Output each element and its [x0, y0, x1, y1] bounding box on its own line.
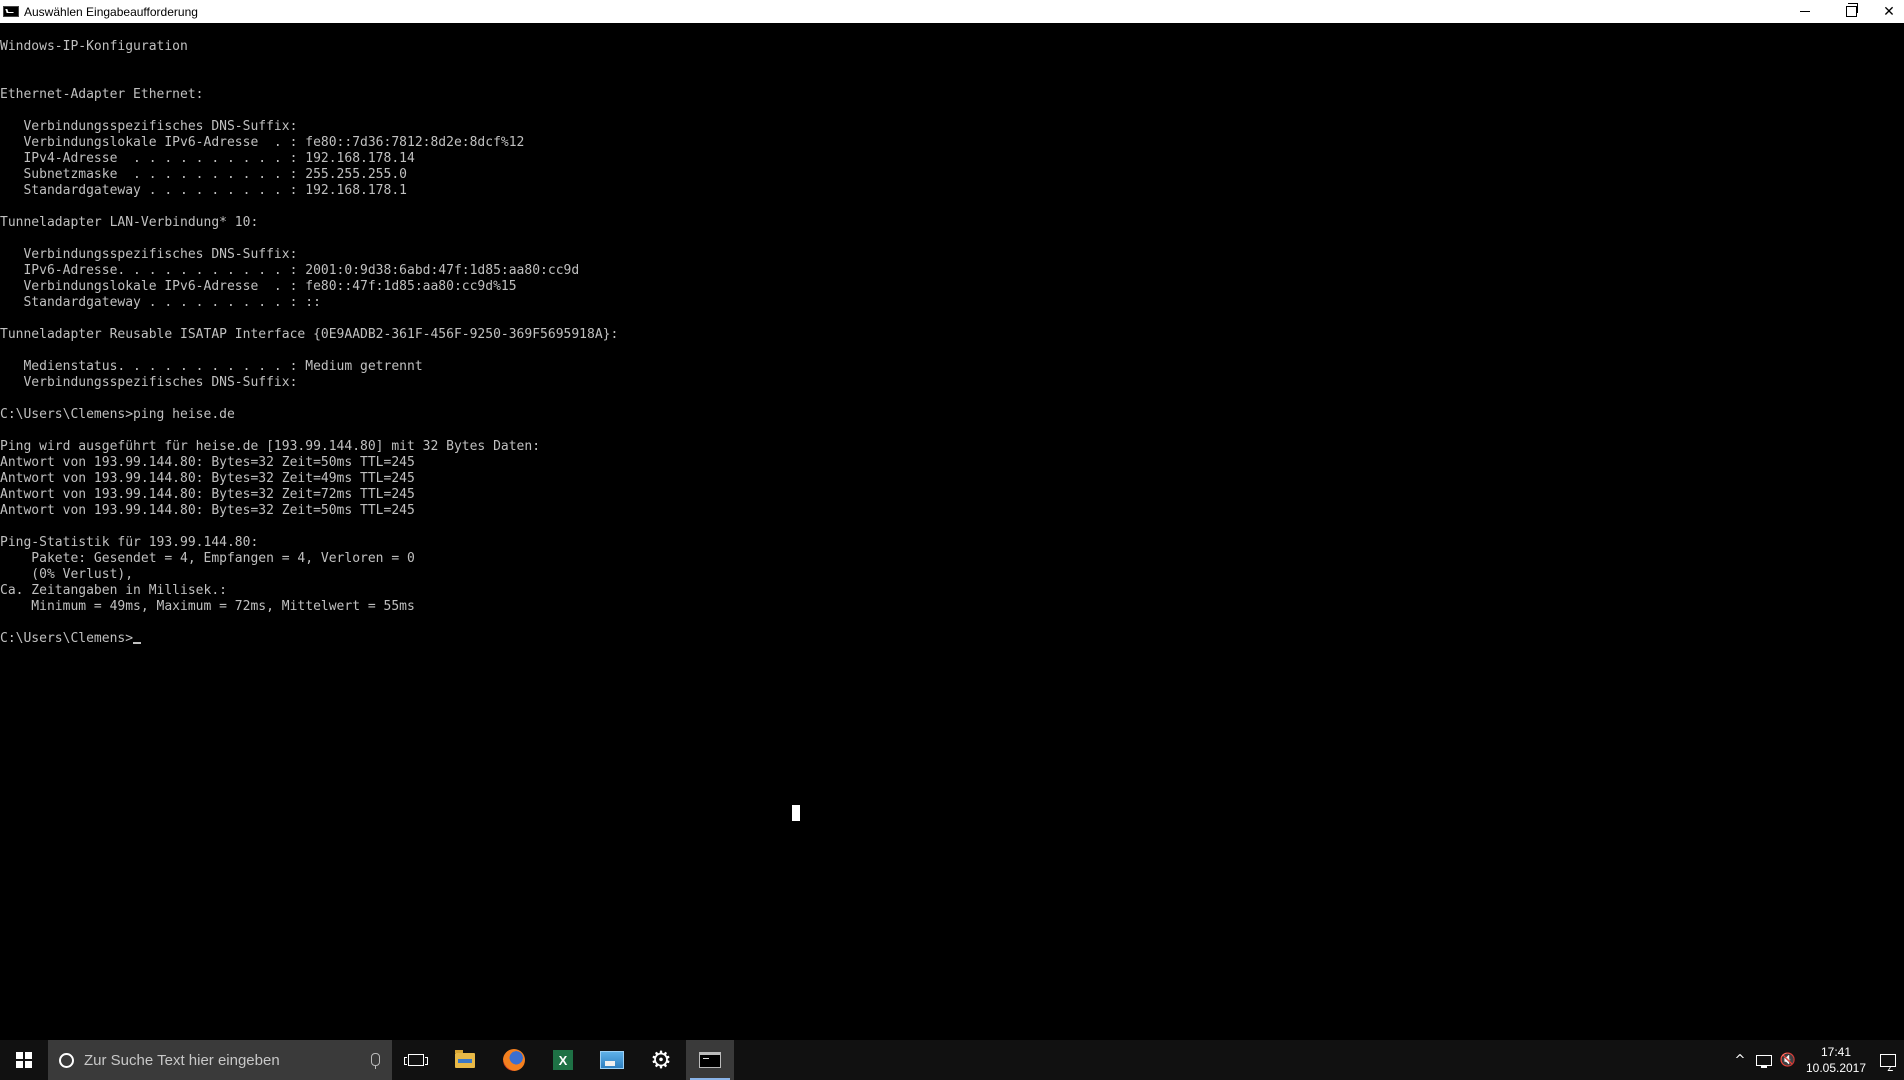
network-icon: [1756, 1054, 1772, 1068]
console-line: Verbindungsspezifisches DNS-Suffix:: [0, 119, 298, 134]
task-view-icon: [404, 1054, 428, 1066]
console-line: Pakete: Gesendet = 4, Empfangen = 4, Ver…: [0, 551, 415, 566]
mouse-cursor-icon: [792, 805, 800, 821]
firefox-button[interactable]: [490, 1040, 538, 1080]
console-line: Minimum = 49ms, Maximum = 72ms, Mittelwe…: [0, 599, 415, 614]
file-explorer-button[interactable]: [441, 1040, 489, 1080]
cmd-icon: [3, 6, 19, 17]
text-cursor: [133, 642, 142, 644]
console-lines: Windows-IP-Konfiguration Ethernet-Adapter…: [0, 39, 1904, 631]
console-line: Tunneladapter LAN-Verbindung* 10:: [0, 215, 259, 230]
excel-icon: X: [553, 1050, 573, 1070]
notifications-icon: [1880, 1053, 1896, 1067]
console-line: Antwort von 193.99.144.80: Bytes=32 Zeit…: [0, 455, 415, 470]
clock-time: 17:41: [1820, 1045, 1852, 1059]
photos-button[interactable]: [588, 1040, 636, 1080]
console-line: Verbindungslokale IPv6-Adresse . : fe80:…: [0, 279, 517, 294]
close-button[interactable]: ✕: [1874, 0, 1904, 23]
console-line: Antwort von 193.99.144.80: Bytes=32 Zeit…: [0, 487, 415, 502]
minimize-button[interactable]: [1782, 0, 1828, 23]
folder-icon: [455, 1049, 475, 1068]
show-hidden-icons-button[interactable]: ^: [1728, 1040, 1752, 1080]
cmd-icon: [699, 1052, 721, 1068]
search-box[interactable]: Zur Suche Text hier eingeben: [48, 1040, 392, 1080]
network-button[interactable]: [1752, 1040, 1776, 1080]
console-line: Verbindungsspezifisches DNS-Suffix:: [0, 375, 298, 390]
console-line: IPv6-Adresse. . . . . . . . . . . : 2001…: [0, 263, 580, 278]
console-output[interactable]: Windows-IP-Konfiguration Ethernet-Adapter…: [0, 39, 1904, 1034]
prompt-text: C:\Users\Clemens>: [0, 631, 134, 646]
console-line: Medienstatus. . . . . . . . . . . : Medi…: [0, 359, 423, 374]
console-line: Verbindungsspezifisches DNS-Suffix:: [0, 247, 298, 262]
title-bar[interactable]: Auswählen Eingabeaufforderung ✕: [0, 0, 1904, 23]
task-view-button[interactable]: [392, 1040, 440, 1080]
console-line: Windows-IP-Konfiguration: [0, 39, 188, 54]
clock-date: 10.05.2017: [1805, 1061, 1867, 1075]
console-line: Antwort von 193.99.144.80: Bytes=32 Zeit…: [0, 471, 415, 486]
search-icon: [59, 1052, 74, 1068]
console-line: Standardgateway . . . . . . . . . : ::: [0, 295, 321, 310]
windows-logo-icon: [16, 1052, 32, 1068]
console-line: Ping-Statistik für 193.99.144.80:: [0, 535, 259, 550]
microphone-icon[interactable]: [371, 1053, 380, 1069]
firefox-icon: [503, 1049, 525, 1071]
chevron-up-icon: ^: [1734, 1052, 1746, 1068]
console-line: C:\Users\Clemens>ping heise.de: [0, 407, 235, 422]
taskbar: Zur Suche Text hier eingeben X ⚙ ^ 🔇 17:…: [0, 1040, 1904, 1080]
restore-button[interactable]: [1828, 0, 1874, 23]
volume-button[interactable]: 🔇: [1776, 1040, 1800, 1080]
console-line: Subnetzmaske . . . . . . . . . . : 255.2…: [0, 167, 407, 182]
console-line: Standardgateway . . . . . . . . . : 192.…: [0, 183, 407, 198]
excel-button[interactable]: X: [539, 1040, 587, 1080]
search-input[interactable]: Zur Suche Text hier eingeben: [84, 1052, 280, 1069]
close-icon: ✕: [1883, 3, 1895, 20]
console-line: Antwort von 193.99.144.80: Bytes=32 Zeit…: [0, 503, 415, 518]
window-title: Auswählen Eingabeaufforderung: [24, 4, 198, 19]
console-line: (0% Verlust),: [0, 567, 134, 582]
start-button[interactable]: [0, 1040, 48, 1080]
action-center-button[interactable]: [1872, 1040, 1904, 1080]
console-line: Verbindungslokale IPv6-Adresse . : fe80:…: [0, 135, 525, 150]
console-line: Ping wird ausgeführt für heise.de [193.9…: [0, 439, 541, 454]
volume-muted-icon: 🔇: [1779, 1052, 1797, 1068]
photos-icon: [600, 1051, 624, 1069]
prompt-line[interactable]: C:\Users\Clemens>: [0, 631, 1904, 647]
gear-icon: ⚙: [650, 1046, 672, 1074]
console-line: Ca. Zeitangaben in Millisek.:: [0, 583, 227, 598]
console-line: Tunneladapter Reusable ISATAP Interface …: [0, 327, 619, 342]
settings-button[interactable]: ⚙: [637, 1040, 685, 1080]
command-prompt-button[interactable]: [686, 1040, 734, 1080]
console-line: IPv4-Adresse . . . . . . . . . . : 192.1…: [0, 151, 415, 166]
minimize-icon: [1800, 11, 1810, 12]
clock[interactable]: 17:41 10.05.2017: [1800, 1040, 1872, 1080]
console-line: Ethernet-Adapter Ethernet:: [0, 87, 204, 102]
restore-icon: [1845, 3, 1858, 17]
